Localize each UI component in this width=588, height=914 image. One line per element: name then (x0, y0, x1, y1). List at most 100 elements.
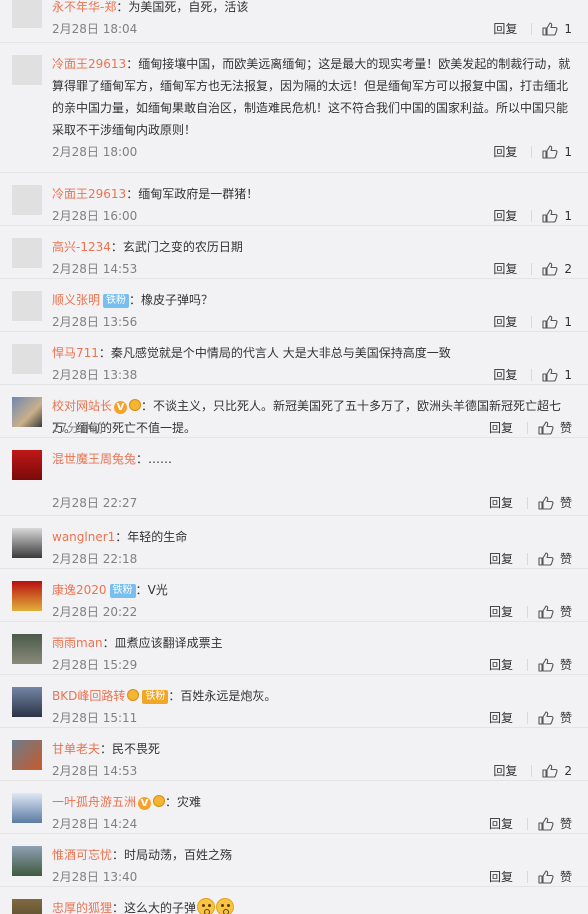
user-avatar[interactable] (12, 450, 42, 480)
username-link[interactable]: 冷面王29613 (52, 187, 126, 201)
comment-timestamp: 2月28日 22:27 (52, 496, 138, 510)
like-count[interactable]: 1 (564, 207, 572, 225)
reply-button[interactable]: 回复 (489, 419, 513, 437)
thumbs-up-icon[interactable] (538, 605, 554, 619)
thumbs-up-icon[interactable] (542, 315, 558, 329)
user-avatar[interactable] (12, 793, 42, 823)
like-count[interactable]: 1 (564, 313, 572, 331)
username-link[interactable]: 永不年华-郑 (52, 0, 116, 14)
username-link[interactable]: 雨雨man (52, 636, 103, 650)
thumbs-up-icon[interactable] (542, 22, 558, 36)
user-avatar[interactable] (12, 238, 42, 268)
like-count[interactable]: 赞 (560, 709, 572, 727)
comment-item: wanglner1：年轻的生命 2月28日 22:18 回复 赞 (0, 516, 588, 569)
like-count[interactable]: 赞 (560, 550, 572, 568)
action-divider (531, 765, 533, 777)
like-count[interactable]: 赞 (560, 494, 572, 512)
user-avatar[interactable] (12, 634, 42, 664)
action-divider (526, 712, 528, 724)
username-link[interactable]: wanglner1 (52, 530, 115, 544)
thumbs-up-icon[interactable] (538, 658, 554, 672)
comment-actions: 回复 赞 (489, 709, 572, 727)
reply-button[interactable]: 回复 (493, 207, 517, 225)
comment-item: 惟酒可忘忧：时局动荡，百姓之殇 2月28日 13:40 回复 赞 (0, 834, 588, 887)
thumbs-up-icon[interactable] (542, 145, 558, 159)
action-divider (526, 422, 528, 434)
username-link[interactable]: 高兴-1234 (52, 240, 111, 254)
comment-separator: ： (112, 848, 125, 862)
reply-button[interactable]: 回复 (493, 143, 517, 161)
username-link[interactable]: BKD峰回路转 (52, 689, 125, 703)
reply-button[interactable]: 回复 (489, 656, 513, 674)
user-avatar[interactable] (12, 397, 42, 427)
comment-timestamp: 27分钟前 (52, 421, 104, 435)
comment-separator: ： (110, 240, 123, 254)
thumbs-up-icon[interactable] (542, 262, 558, 276)
like-count[interactable]: 赞 (560, 815, 572, 833)
thumbs-up-icon[interactable] (538, 552, 554, 566)
reply-button[interactable]: 回复 (489, 709, 513, 727)
like-count[interactable]: 赞 (560, 656, 572, 674)
action-divider (531, 369, 533, 381)
username-link[interactable]: 忠厚的狐狸 (52, 901, 112, 914)
reply-button[interactable]: 回复 (493, 366, 517, 384)
user-avatar[interactable] (12, 687, 42, 717)
user-avatar[interactable] (12, 581, 42, 611)
username-link[interactable]: 一叶孤舟游五洲 (52, 795, 136, 809)
action-divider (526, 606, 528, 618)
username-link[interactable]: 顺义张明 (52, 293, 100, 307)
reply-button[interactable]: 回复 (489, 494, 513, 512)
thumbs-up-icon[interactable] (538, 421, 554, 435)
reply-button[interactable]: 回复 (493, 260, 517, 278)
thumbs-up-icon[interactable] (538, 496, 554, 510)
username-link[interactable]: 甘单老夫 (52, 742, 100, 756)
fan-badge: 铁粉 (109, 584, 136, 598)
like-count[interactable]: 赞 (560, 868, 572, 886)
reply-button[interactable]: 回复 (489, 815, 513, 833)
thumbs-up-icon[interactable] (538, 711, 554, 725)
comment-text: 时局动荡，百姓之殇 (124, 848, 233, 862)
user-avatar[interactable] (12, 528, 42, 558)
comment-text: 为美国死，自死，活该 (128, 0, 249, 14)
like-count[interactable]: 1 (564, 366, 572, 384)
reply-button[interactable]: 回复 (493, 20, 517, 38)
user-avatar[interactable] (12, 740, 42, 770)
username-link[interactable]: 混世魔王周兔兔 (52, 452, 136, 466)
thumbs-up-icon[interactable] (542, 209, 558, 223)
comment-content: 冷面王29613：缅甸军政府是一群猪！ (52, 183, 574, 205)
reply-button[interactable]: 回复 (493, 762, 517, 780)
like-count[interactable]: 1 (564, 20, 572, 38)
thumbs-up-icon[interactable] (538, 817, 554, 831)
user-avatar[interactable] (12, 344, 42, 374)
member-medal-icon (127, 689, 140, 701)
username-link[interactable]: 惟酒可忘忧 (52, 848, 112, 862)
username-link[interactable]: 冷面王29613 (52, 57, 126, 71)
reply-button[interactable]: 回复 (489, 868, 513, 886)
user-avatar[interactable] (12, 55, 42, 85)
thumbs-up-icon[interactable] (542, 764, 558, 778)
reply-button[interactable]: 回复 (489, 550, 513, 568)
thumbs-up-icon[interactable] (542, 368, 558, 382)
like-count[interactable]: 2 (564, 762, 572, 780)
comment-list: 永不年华-郑：为美国死，自死，活该 2月28日 18:04 回复 1 冷面王29613：… (0, 0, 588, 914)
username-link[interactable]: 校对网站长 (52, 399, 112, 413)
user-avatar[interactable] (12, 0, 42, 28)
thumbs-up-icon[interactable] (538, 870, 554, 884)
comment-text: 这么大的子弹 (124, 901, 197, 914)
comment-item: 冷面王29613：缅甸接壤中国，而欧美远离缅甸；这是最大的现实考量！欧美发起的制… (0, 43, 588, 173)
user-avatar[interactable] (12, 899, 42, 914)
username-link[interactable]: 悍马711 (52, 346, 99, 360)
username-link[interactable]: 康逸2020 (52, 583, 107, 597)
like-count[interactable]: 赞 (560, 419, 572, 437)
user-avatar[interactable] (12, 846, 42, 876)
user-avatar[interactable] (12, 185, 42, 215)
user-avatar[interactable] (12, 291, 42, 321)
reply-button[interactable]: 回复 (489, 603, 513, 621)
like-count[interactable]: 1 (564, 143, 572, 161)
like-count[interactable]: 2 (564, 260, 572, 278)
like-count[interactable]: 赞 (560, 603, 572, 621)
action-divider (531, 263, 533, 275)
reply-button[interactable]: 回复 (493, 313, 517, 331)
comment-timestamp: 2月28日 14:53 (52, 262, 138, 276)
comment-text: 玄武门之变的农历日期 (122, 240, 243, 254)
